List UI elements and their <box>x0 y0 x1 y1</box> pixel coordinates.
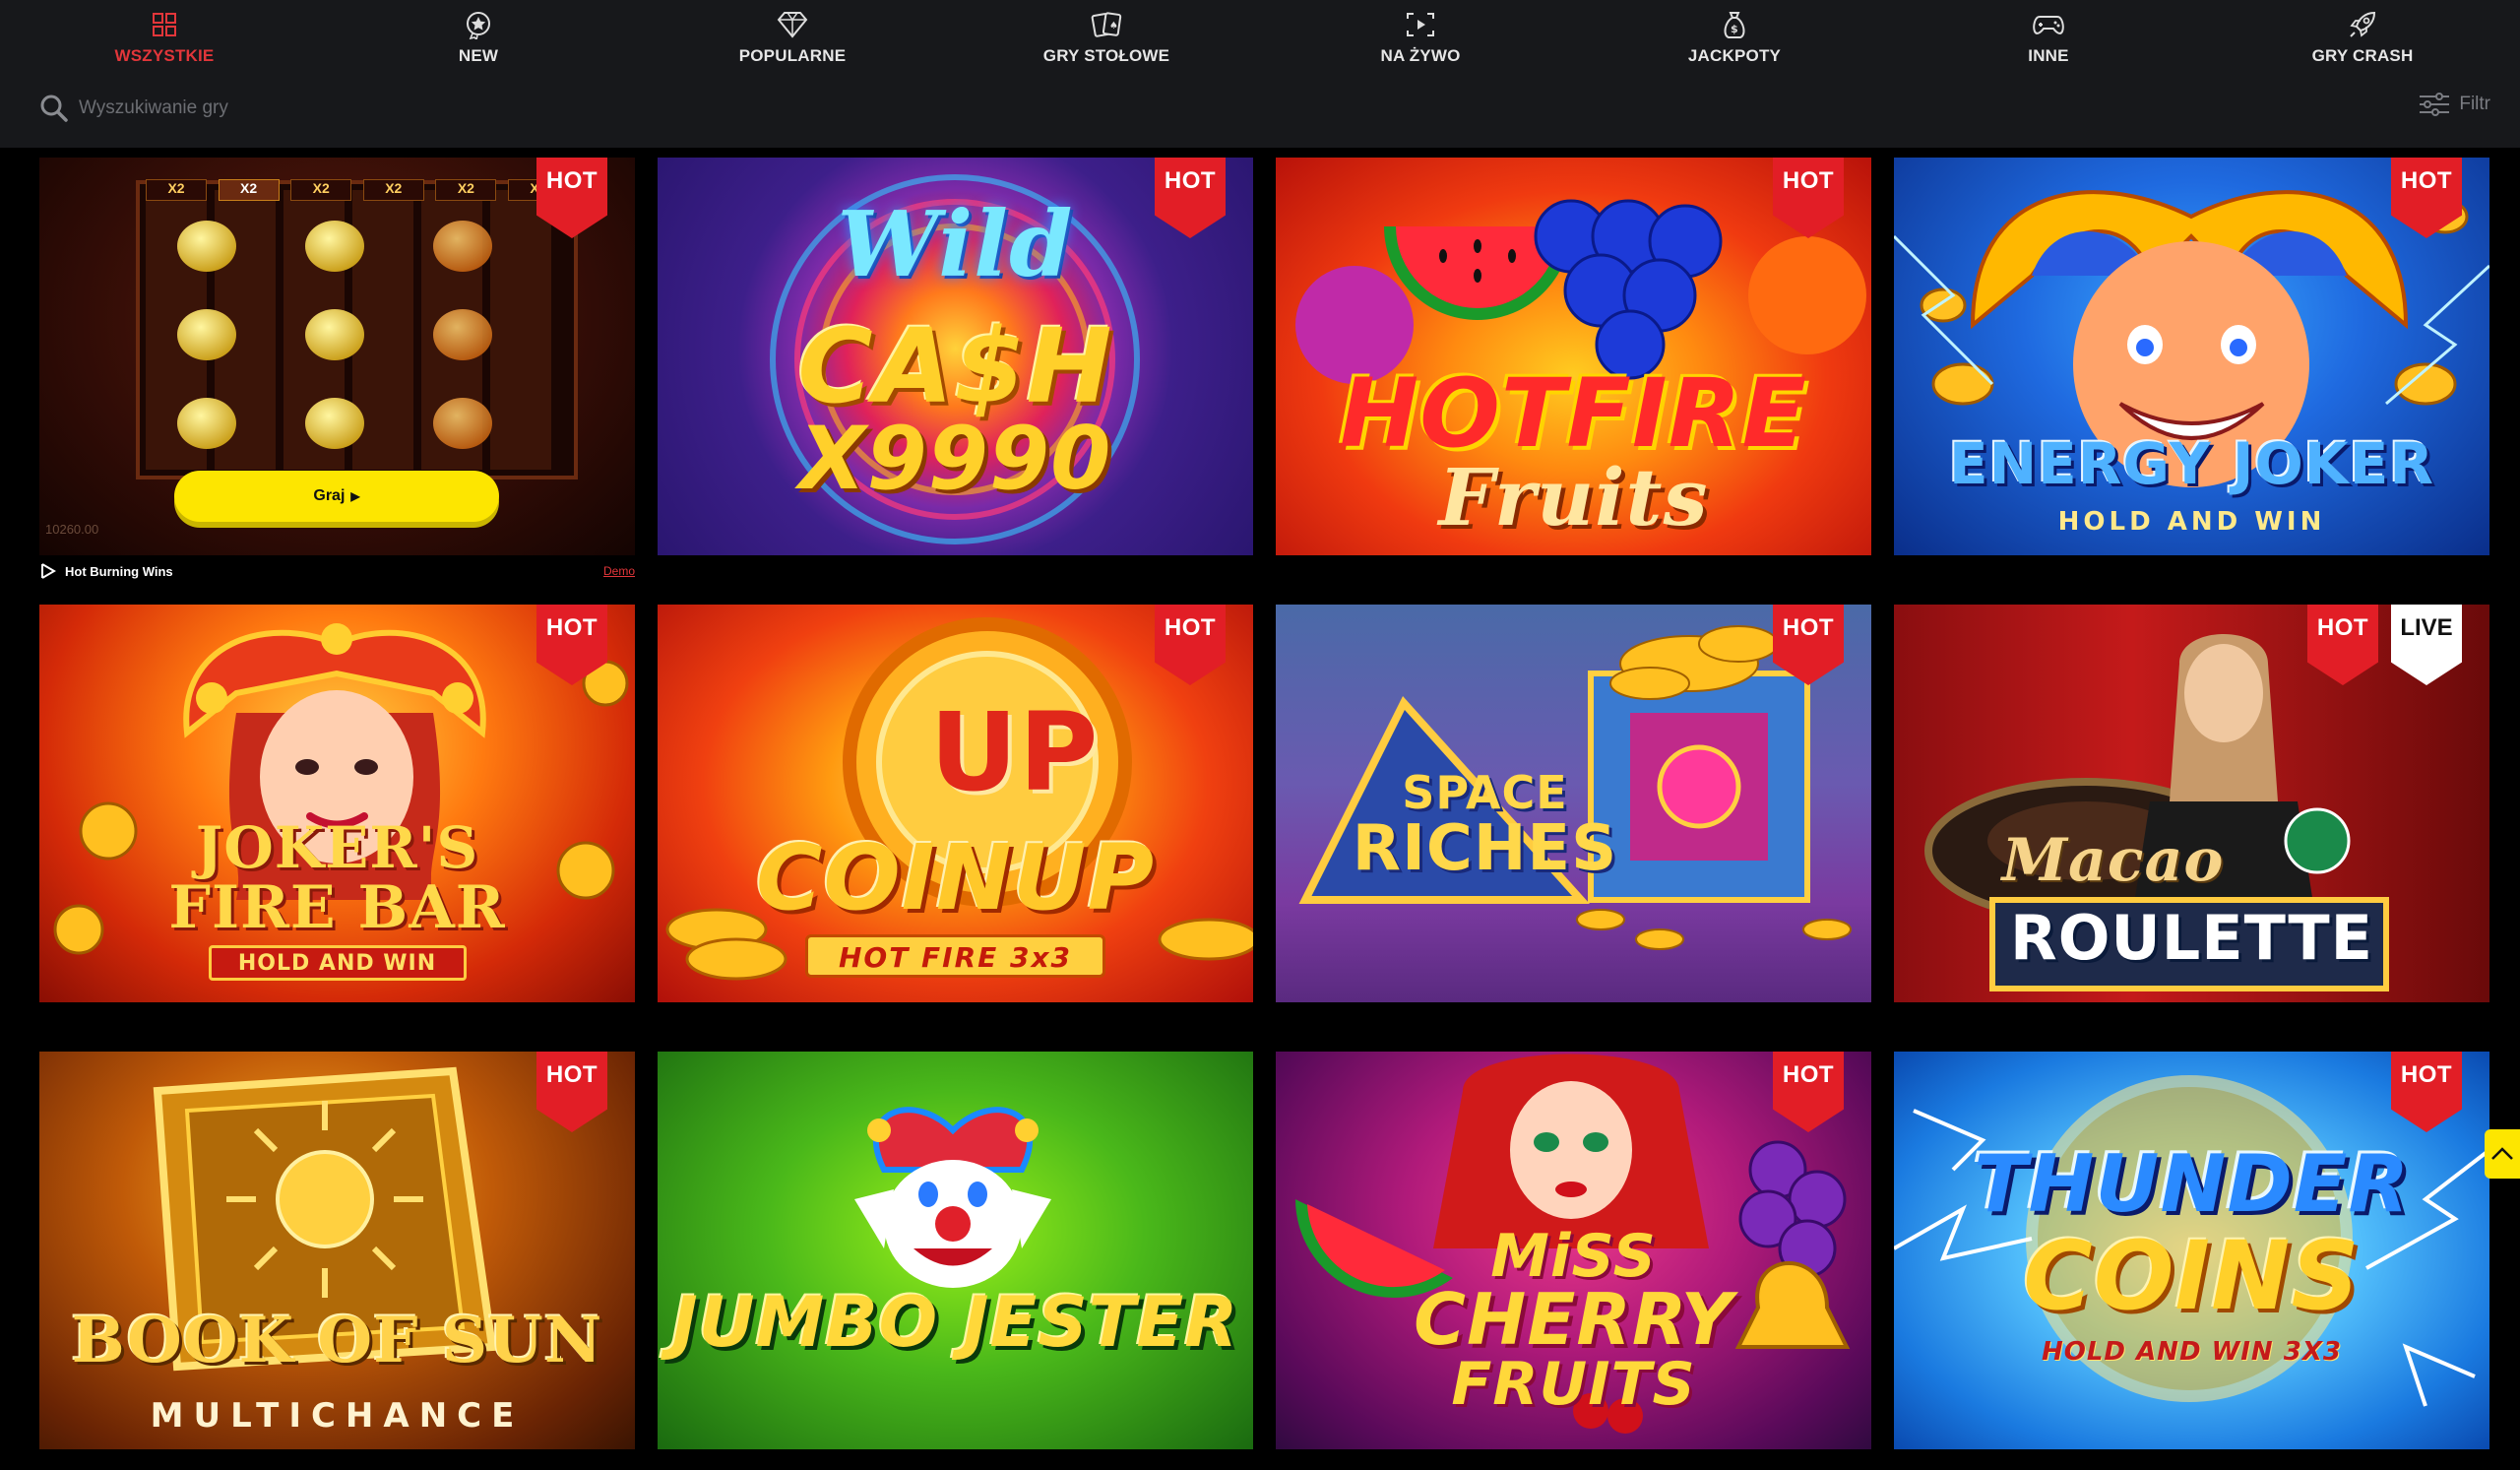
game-title: HOTFIRE <box>1339 358 1808 469</box>
nav-label: POPULARNE <box>738 46 847 65</box>
game-card-book-of-sun[interactable]: BOOK OF SUN MULTICHANCE HOT <box>39 1052 635 1449</box>
play-triangle-icon: ▶ <box>350 489 360 503</box>
game-title-2: CA$H <box>797 306 1113 426</box>
jester-clown-art <box>854 1107 1051 1288</box>
game-title-2: ROULETTE <box>2009 902 2373 974</box>
nav-new[interactable]: NEW <box>370 0 587 71</box>
game-subtitle: HOLD AND WIN <box>237 951 437 976</box>
cards-icon: ♠ <box>1090 8 1123 41</box>
game-subtitle: MULTICHANCE <box>150 1396 525 1436</box>
svg-text:♠: ♠ <box>1109 21 1118 32</box>
nav-crash-games[interactable]: GRY CRASH <box>2254 0 2471 71</box>
game-card-wild-cash[interactable]: Wild CA$H X9990 HOT <box>658 158 1253 555</box>
game-card-energy-joker[interactable]: ENERGY JOKER HOLD AND WIN HOT <box>1894 158 2489 555</box>
reel-multipliers: X2 X2 X2 X2 X2 X2 <box>146 179 569 201</box>
game-title-2: FIRE BAR <box>168 873 506 942</box>
star-badge-icon <box>462 8 495 41</box>
game-card-hot-burning-wins[interactable]: X2 X2 X2 X2 X2 X2 10260.00 Graj ▶ HOT <box>39 158 635 555</box>
demo-link[interactable]: Demo <box>603 564 635 578</box>
nav-popular[interactable]: POPULARNE <box>684 0 901 71</box>
nav-label: GRY CRASH <box>2311 46 2414 65</box>
diamond-icon <box>776 8 809 41</box>
game-card-miss-cherry-fruits[interactable]: MiSS CHERRY FRUITS HOT <box>1276 1052 1871 1449</box>
game-title: JOKER'S <box>195 814 479 881</box>
grid-icon <box>148 8 181 41</box>
svg-text:$: $ <box>1731 23 1738 35</box>
game-card-hot-fire-fruits[interactable]: HOTFIRE Fruits HOT <box>1276 158 1871 555</box>
game-title: SPACE <box>1402 766 1568 819</box>
gamepad-icon <box>2032 8 2065 41</box>
game-title-2: Fruits <box>1438 451 1709 543</box>
nav-label: WSZYSTKIE <box>114 46 215 65</box>
game-title-2: COINS <box>2023 1221 2361 1331</box>
nav-jackpots[interactable]: $ JACKPOTY <box>1626 0 1843 71</box>
search-bar <box>39 87 453 130</box>
game-title: MiSS <box>1490 1222 1657 1291</box>
nav-table-games[interactable]: ♠ GRY STOŁOWE <box>998 0 1215 71</box>
game-title-2: RICHES <box>1352 812 1618 885</box>
game-title: ENERGY JOKER <box>1948 430 2435 497</box>
multiplier-badge: X2 <box>362 179 424 201</box>
nav-label: NEW <box>458 46 499 65</box>
game-card-jokers-fire-bar[interactable]: JOKER'S FIRE BAR HOLD AND WIN HOT <box>39 605 635 1002</box>
hovered-game-caption: Hot Burning Wins Demo <box>39 559 635 583</box>
search-icon <box>40 95 68 122</box>
game-card-space-riches[interactable]: SPACE RICHES HOT <box>1276 605 1871 1002</box>
game-title: JUMBO JESTER <box>671 1282 1239 1363</box>
filter-label: Filtr <box>2459 94 2490 114</box>
game-subtitle: HOLD AND WIN 3X3 <box>2042 1337 2342 1367</box>
nav-label: JACKPOTY <box>1687 46 1782 65</box>
rocket-icon <box>2346 8 2379 41</box>
game-subtitle: HOT FIRE 3x3 <box>838 941 1073 974</box>
bet-amount: 10260.00 <box>45 522 99 537</box>
nav-other[interactable]: INNE <box>1940 0 2157 71</box>
game-card-macao-roulette[interactable]: Macao ROULETTE HOT LIVE <box>1894 605 2489 1002</box>
multiplier-badge: X2 <box>290 179 352 201</box>
nav-live[interactable]: NA ŻYWO <box>1312 0 1529 71</box>
game-title-3: FRUITS <box>1451 1350 1696 1419</box>
nav-label: INNE <box>2028 46 2069 65</box>
game-subtitle: HOLD AND WIN <box>2057 507 2326 537</box>
game-title-2: CHERRY <box>1414 1278 1733 1361</box>
game-card-thunder-coins[interactable]: THUNDER COINS HOLD AND WIN 3X3 HOT <box>1894 1052 2489 1449</box>
top-bar: WSZYSTKIE NEW POPULARNE ♠ GRY STOŁOWE NA <box>0 0 2520 148</box>
nav-label: GRY STOŁOWE <box>1042 46 1170 65</box>
chevron-up-icon <box>2491 1147 2513 1160</box>
game-name: Hot Burning Wins <box>65 563 173 579</box>
filter-button[interactable]: Filtr <box>2418 87 2490 122</box>
multiplier-badge: X2 <box>218 179 280 201</box>
game-title: THUNDER <box>1973 1138 2411 1230</box>
game-card-coin-up[interactable]: UP COINUP HOT FIRE 3x3 HOT <box>658 605 1253 1002</box>
play-button[interactable]: Graj ▶ <box>174 471 499 522</box>
filter-sliders-icon <box>2420 93 2450 116</box>
search-input[interactable] <box>79 97 413 119</box>
game-title-3: X9990 <box>798 408 1112 509</box>
scroll-to-top-button[interactable] <box>2485 1129 2520 1179</box>
play-label: Graj <box>313 487 346 504</box>
game-title: BOOK OF SUN <box>71 1304 603 1377</box>
play-outline-icon <box>41 563 56 579</box>
money-bag-icon: $ <box>1718 8 1751 41</box>
category-nav: WSZYSTKIE NEW POPULARNE ♠ GRY STOŁOWE NA <box>0 0 2520 71</box>
multiplier-badge: X2 <box>435 179 497 201</box>
game-title: Macao <box>2001 826 2225 895</box>
nav-all[interactable]: WSZYSTKIE <box>56 0 273 71</box>
game-title-2: COINUP <box>755 825 1156 930</box>
live-screen-icon <box>1404 8 1437 41</box>
multiplier-badge: X2 <box>146 179 207 201</box>
nav-label: NA ŻYWO <box>1380 46 1461 65</box>
game-card-jumbo-jester[interactable]: JUMBO JESTER <box>658 1052 1253 1449</box>
game-title: UP <box>929 689 1100 815</box>
